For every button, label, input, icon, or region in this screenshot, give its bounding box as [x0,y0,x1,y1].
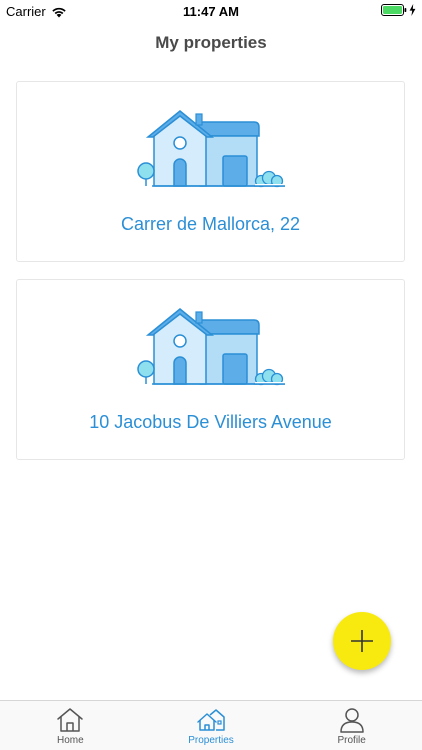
tab-home[interactable]: Home [0,701,141,750]
status-bar: Carrier 11:47 AM [0,0,422,22]
properties-icon [197,709,225,731]
house-icon [137,110,285,188]
house-icon [137,308,285,386]
add-property-button[interactable] [333,612,391,670]
property-address: Carrer de Mallorca, 22 [120,214,301,234]
battery-indicator [381,4,416,16]
charging-bolt-icon [409,4,416,16]
tab-properties-label: Properties [188,735,234,746]
tab-profile[interactable]: Profile [281,701,422,750]
plus-icon [351,630,373,652]
property-card[interactable]: Carrer de Mallorca, 22 [16,81,405,262]
property-address: 10 Jacobus De Villiers Avenue [89,412,332,432]
tab-profile-label: Profile [337,735,366,746]
profile-icon [339,708,364,733]
battery-icon [381,4,407,16]
clock: 11:47 AM [183,4,239,19]
tab-bar: Home Properties Profile [0,700,422,750]
tab-properties[interactable]: Properties [141,701,282,750]
tab-home-label: Home [56,735,84,746]
page-title: My properties [155,33,267,52]
home-icon [57,708,84,732]
property-card[interactable]: 10 Jacobus De Villiers Avenue [16,279,405,460]
